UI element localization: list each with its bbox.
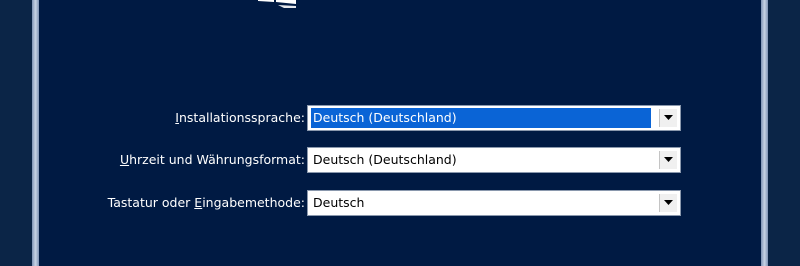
time-currency-label: Uhrzeit und Währungsformat: (119, 152, 305, 167)
chevron-down-icon (664, 200, 673, 205)
keyboard-input-value: Deutsch (313, 195, 365, 210)
installation-language-dropdown-button[interactable] (659, 109, 677, 127)
windows-logo-icon (258, 0, 296, 8)
installation-language-value: Deutsch (Deutschland) (311, 108, 651, 128)
language-row: Installationssprache: Deutsch (Deutschla… (0, 105, 800, 131)
chevron-down-icon (664, 115, 673, 120)
installation-language-label: Installationssprache: (175, 110, 305, 125)
time-currency-dropdown-button[interactable] (659, 151, 677, 169)
time-currency-row: Uhrzeit und Währungsformat: Deutsch (Deu… (0, 147, 800, 173)
window-frame-right (761, 0, 768, 266)
installation-language-select[interactable]: Deutsch (Deutschland) (307, 105, 681, 131)
time-currency-value: Deutsch (Deutschland) (313, 152, 457, 167)
time-currency-select[interactable]: Deutsch (Deutschland) (307, 147, 681, 173)
keyboard-row: Tastatur oder Eingabemethode: Deutsch (0, 190, 800, 216)
keyboard-input-label: Tastatur oder Eingabemethode: (107, 195, 305, 210)
keyboard-input-select[interactable]: Deutsch (307, 190, 681, 216)
window-frame-left (32, 0, 39, 266)
keyboard-input-dropdown-button[interactable] (659, 194, 677, 212)
setup-window (39, 0, 761, 266)
chevron-down-icon (664, 157, 673, 162)
